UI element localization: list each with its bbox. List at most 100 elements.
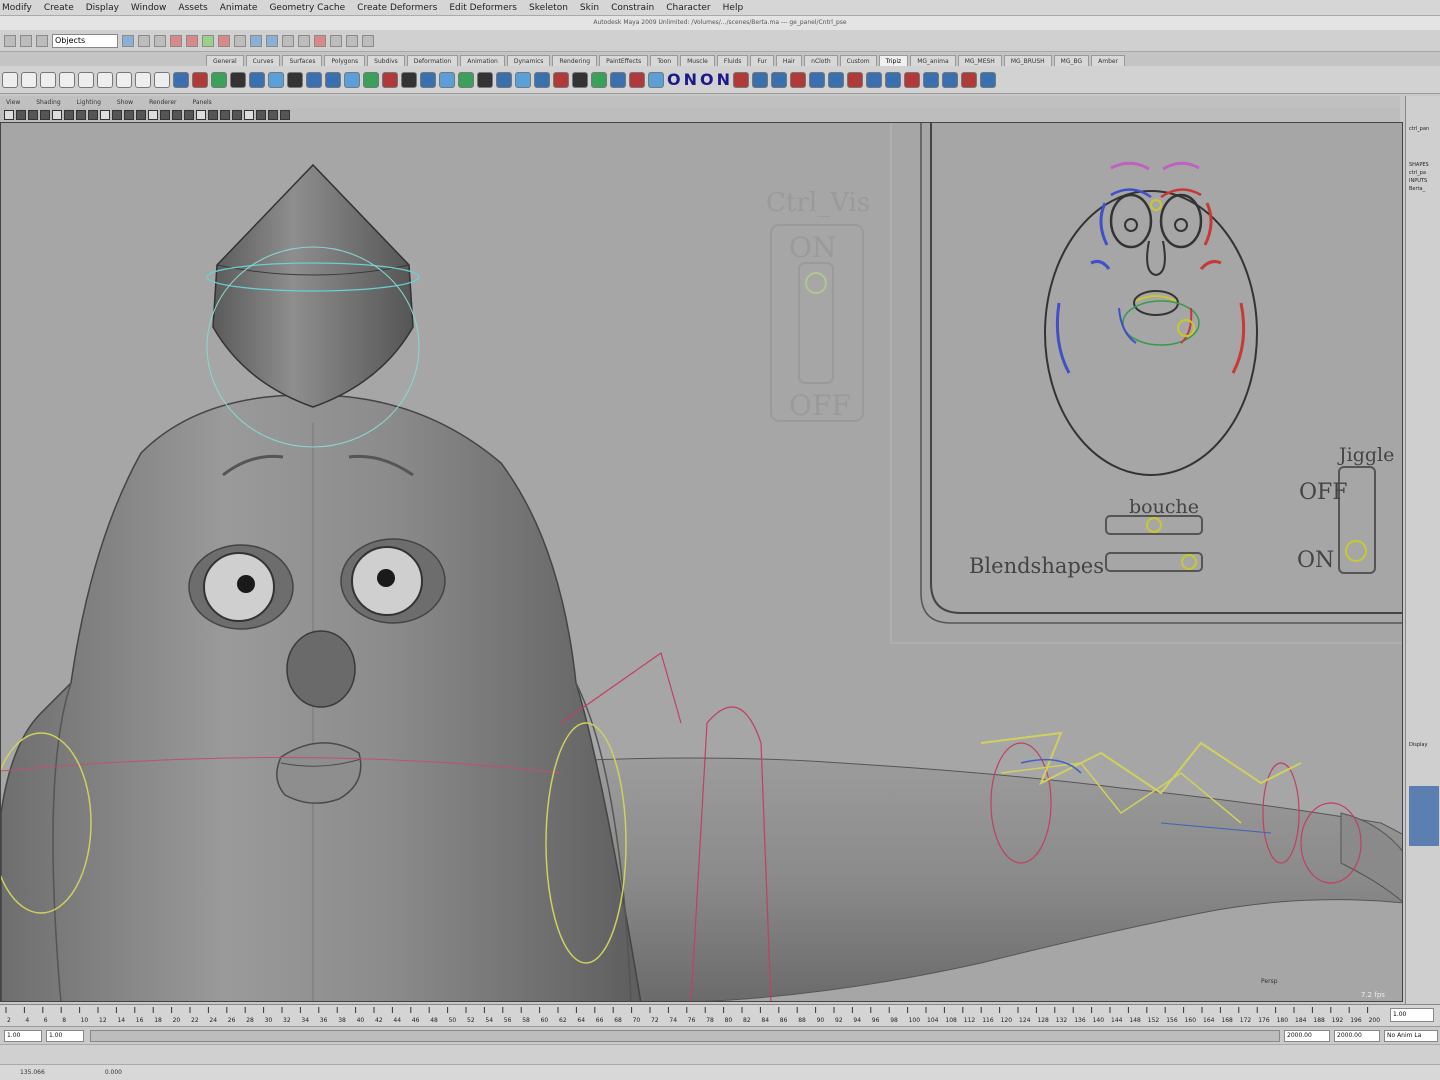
shelf-tool-icon[interactable] bbox=[790, 71, 806, 88]
panel-menu-renderer[interactable]: Renderer bbox=[149, 99, 176, 106]
menu-skin[interactable]: Skin bbox=[580, 3, 599, 13]
shelf-tool-icon[interactable] bbox=[325, 71, 341, 88]
shelf-tool-icon[interactable] bbox=[733, 71, 749, 88]
shelf-tool-icon[interactable] bbox=[382, 71, 398, 88]
shelf-tab-animation[interactable]: Animation bbox=[460, 55, 505, 66]
shelf-tool-icon[interactable] bbox=[2, 71, 18, 88]
shelf-tool-icon[interactable] bbox=[980, 71, 996, 88]
shelf-tab-hair[interactable]: Hair bbox=[775, 55, 803, 66]
shelf-tool-icon[interactable] bbox=[268, 71, 284, 88]
shelf-tab-mg-bg[interactable]: MG_BG bbox=[1053, 55, 1090, 66]
menu-modify[interactable]: Modify bbox=[2, 3, 32, 13]
shelf-tool-icon[interactable] bbox=[154, 71, 170, 88]
shelf-tool-icon[interactable] bbox=[942, 71, 958, 88]
select-component-icon[interactable] bbox=[154, 34, 166, 47]
panel-toolbar-icon[interactable] bbox=[256, 110, 266, 120]
panel-toolbar-icon[interactable] bbox=[244, 110, 254, 120]
shelf-text-button[interactable]: O bbox=[667, 70, 681, 89]
ipr-render-icon[interactable] bbox=[346, 34, 358, 47]
menu-skeleton[interactable]: Skeleton bbox=[529, 3, 568, 13]
shelf-tool-icon[interactable] bbox=[363, 71, 379, 88]
shelf-tool-icon[interactable] bbox=[306, 71, 322, 88]
panel-toolbar-icon[interactable] bbox=[124, 110, 134, 120]
shelf-tool-icon[interactable] bbox=[173, 71, 189, 88]
shelf-tool-icon[interactable] bbox=[553, 71, 569, 88]
shelf-tool-icon[interactable] bbox=[230, 71, 246, 88]
shelf-tool-icon[interactable] bbox=[572, 71, 588, 88]
shelf-tool-icon[interactable] bbox=[534, 71, 550, 88]
shelf-tool-icon[interactable] bbox=[458, 71, 474, 88]
shelf-tool-icon[interactable] bbox=[809, 71, 825, 88]
panel-toolbar-icon[interactable] bbox=[148, 110, 158, 120]
time-slider[interactable]: 2 4 6 8 10 12 14 16 18 20 22 24 26 28 30 32 34 36 38 40 42 44… bbox=[0, 1004, 1440, 1026]
range-bar-track[interactable] bbox=[90, 1030, 1280, 1042]
menu-assets[interactable]: Assets bbox=[178, 3, 207, 13]
shelf-tab-deformation[interactable]: Deformation bbox=[406, 55, 459, 66]
shelf-tool-icon[interactable] bbox=[828, 71, 844, 88]
panel-menu-lighting[interactable]: Lighting bbox=[77, 99, 101, 106]
shelf-tool-icon[interactable] bbox=[97, 71, 113, 88]
shelf-tab-surfaces[interactable]: Surfaces bbox=[282, 55, 323, 66]
history-icon[interactable] bbox=[314, 34, 326, 47]
channel-box[interactable]: ctrl_pan SHAPES ctrl_pa INPUTS Berta_ Di… bbox=[1405, 96, 1440, 1006]
shelf-tool-icon[interactable] bbox=[591, 71, 607, 88]
shelf-tool-icon[interactable] bbox=[344, 71, 360, 88]
panel-toolbar-icon[interactable] bbox=[208, 110, 218, 120]
panel-toolbar-icon[interactable] bbox=[40, 110, 50, 120]
menu-geometry-cache[interactable]: Geometry Cache bbox=[269, 3, 345, 13]
select-hierarchy-icon[interactable] bbox=[122, 34, 134, 47]
menu-character[interactable]: Character bbox=[666, 3, 710, 13]
shelf-tab-general[interactable]: General bbox=[206, 55, 244, 66]
shelf-tab-fluids[interactable]: Fluids bbox=[716, 55, 749, 66]
render-icon[interactable] bbox=[330, 34, 342, 47]
snap-grid-icon[interactable] bbox=[250, 34, 262, 47]
shelf-tool-icon[interactable] bbox=[885, 71, 901, 88]
shelf-tool-icon[interactable] bbox=[287, 71, 303, 88]
shelf-tool-icon[interactable] bbox=[648, 71, 664, 88]
range-end-a[interactable]: 2000.00 bbox=[1284, 1030, 1330, 1042]
shelf-text-button[interactable]: N bbox=[717, 70, 730, 89]
panel-menu-panels[interactable]: Panels bbox=[192, 99, 211, 106]
panel-toolbar-icon[interactable] bbox=[64, 110, 74, 120]
shelf-tab-fur[interactable]: Fur bbox=[750, 55, 774, 66]
shelf-tool-icon[interactable] bbox=[477, 71, 493, 88]
snap-view-plane-icon[interactable] bbox=[298, 34, 310, 47]
panel-toolbar-icon[interactable] bbox=[136, 110, 146, 120]
select-object-icon[interactable] bbox=[138, 34, 150, 47]
menu-display[interactable]: Display bbox=[86, 3, 119, 13]
select-by-surface-icon[interactable] bbox=[218, 34, 230, 47]
menu-help[interactable]: Help bbox=[723, 3, 744, 13]
menu-edit-deformers[interactable]: Edit Deformers bbox=[449, 3, 517, 13]
panel-menu-show[interactable]: Show bbox=[117, 99, 133, 106]
render-settings-icon[interactable] bbox=[362, 34, 374, 47]
shelf-tab-subdivs[interactable]: Subdivs bbox=[367, 55, 405, 66]
select-by-deformer-icon[interactable] bbox=[234, 34, 246, 47]
select-by-curve-icon[interactable] bbox=[202, 34, 214, 47]
menu-window[interactable]: Window bbox=[131, 3, 167, 13]
shelf-tab-tripiz[interactable]: Tripiz bbox=[878, 55, 909, 66]
panel-toolbar-icon[interactable] bbox=[184, 110, 194, 120]
panel-toolbar-icon[interactable] bbox=[76, 110, 86, 120]
shelf-tab-polygons[interactable]: Polygons bbox=[324, 55, 366, 66]
character-mesh[interactable] bbox=[1, 163, 1403, 1002]
panel-toolbar-icon[interactable] bbox=[52, 110, 62, 120]
range-end-b[interactable]: 2000.00 bbox=[1334, 1030, 1380, 1042]
shelf-tool-icon[interactable] bbox=[961, 71, 977, 88]
save-scene-icon[interactable] bbox=[36, 34, 48, 47]
panel-toolbar-icon[interactable] bbox=[280, 110, 290, 120]
shelf-tab-mg-brush[interactable]: MG_BRUSH bbox=[1003, 55, 1052, 66]
shelf-tab-amber[interactable]: Amber bbox=[1091, 55, 1126, 66]
panel-toolbar-icon[interactable] bbox=[88, 110, 98, 120]
panel-toolbar-icon[interactable] bbox=[16, 110, 26, 120]
select-by-joint-icon[interactable] bbox=[186, 34, 198, 47]
new-scene-icon[interactable] bbox=[4, 34, 16, 47]
panel-toolbar-icon[interactable] bbox=[160, 110, 170, 120]
shelf-tool-icon[interactable] bbox=[923, 71, 939, 88]
shelf-tool-icon[interactable] bbox=[496, 71, 512, 88]
shelf-tab-mg-mesh[interactable]: MG_MESH bbox=[957, 55, 1002, 66]
panel-toolbar-icon[interactable] bbox=[100, 110, 110, 120]
panel-toolbar-icon[interactable] bbox=[196, 110, 206, 120]
menu-create-deformers[interactable]: Create Deformers bbox=[357, 3, 437, 13]
panel-menu-view[interactable]: View bbox=[6, 99, 20, 106]
shelf-tool-icon[interactable] bbox=[847, 71, 863, 88]
